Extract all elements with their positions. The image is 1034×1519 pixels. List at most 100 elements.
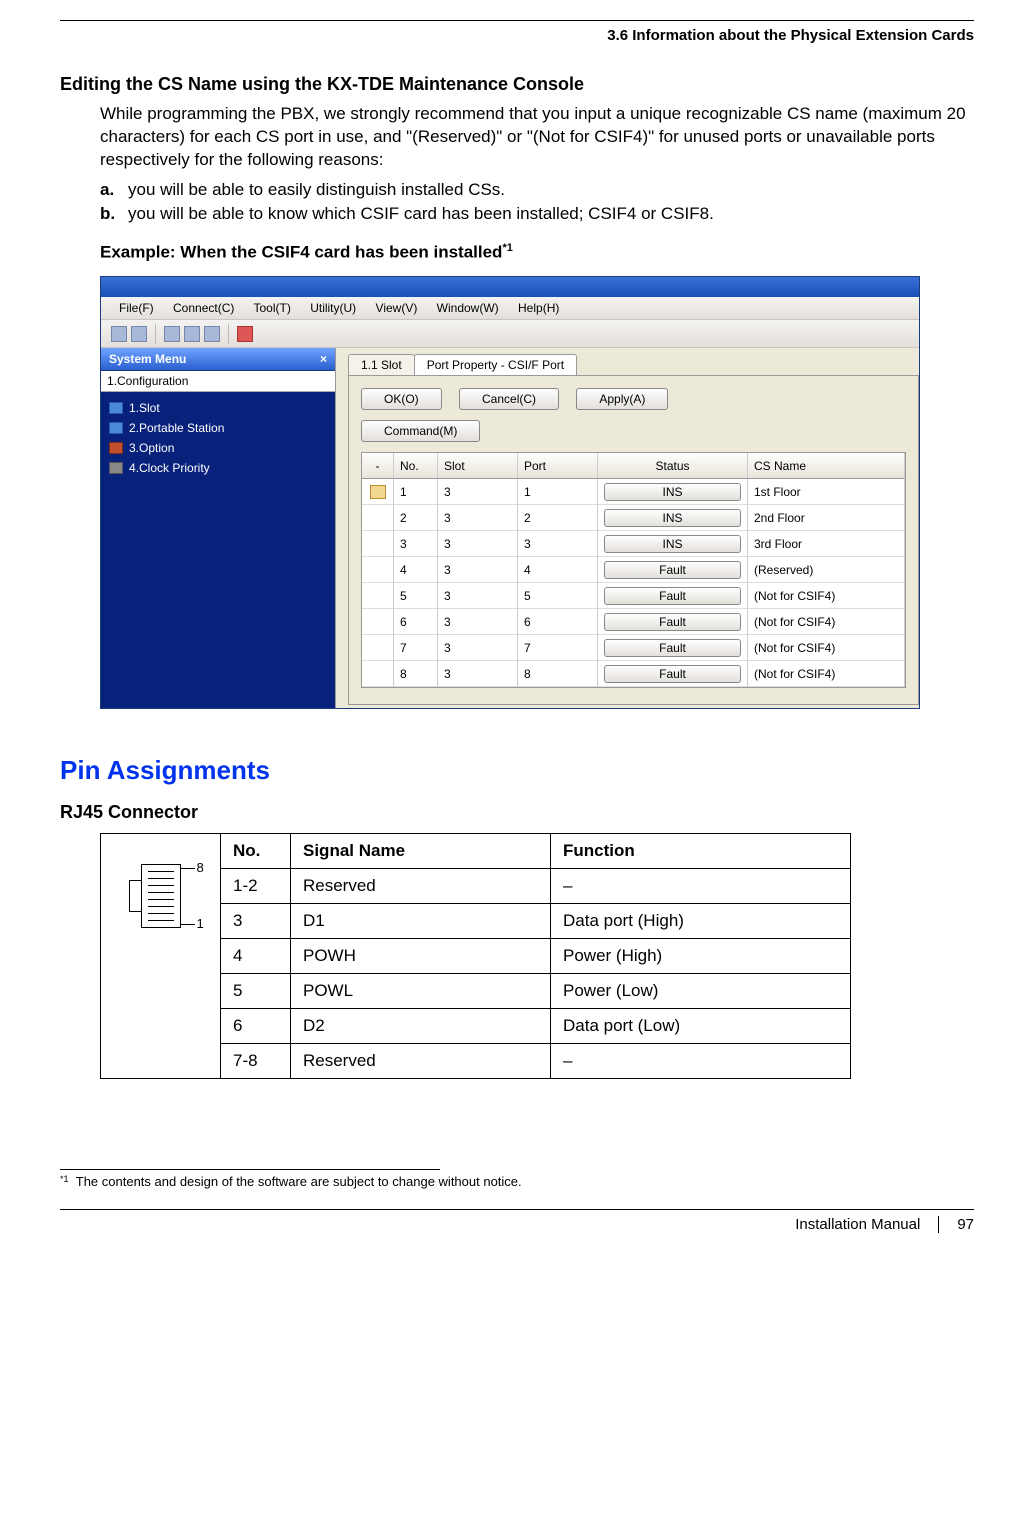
- row-flag[interactable]: [362, 583, 394, 609]
- cell-no: 2: [394, 505, 438, 531]
- row-flag[interactable]: [362, 609, 394, 635]
- toolbar-icon[interactable]: [237, 326, 253, 342]
- pin-signal: D2: [291, 1009, 551, 1044]
- ok-button[interactable]: OK(O): [361, 388, 442, 410]
- tree-item-portable-station[interactable]: 2.Portable Station: [105, 418, 331, 438]
- status-button[interactable]: Fault: [604, 639, 741, 657]
- row-flag[interactable]: [362, 479, 394, 505]
- tree-item-clock-priority[interactable]: 4.Clock Priority: [105, 458, 331, 478]
- pin-no: 3: [221, 904, 291, 939]
- pin-col-sig: Signal Name: [291, 834, 551, 869]
- toolbar-icon[interactable]: [131, 326, 147, 342]
- toolbar-icon[interactable]: [164, 326, 180, 342]
- cell-csname[interactable]: (Not for CSIF4): [748, 635, 905, 661]
- row-flag[interactable]: [362, 661, 394, 687]
- menu-file[interactable]: File(F): [119, 301, 154, 315]
- table-row[interactable]: 131INS1st Floor: [362, 479, 905, 505]
- pin-no: 6: [221, 1009, 291, 1044]
- row-flag[interactable]: [362, 557, 394, 583]
- editing-paragraph: While programming the PBX, we strongly r…: [100, 103, 974, 172]
- cell-status[interactable]: Fault: [598, 609, 748, 635]
- row-marker-icon: [370, 485, 386, 499]
- cell-status[interactable]: Fault: [598, 583, 748, 609]
- cell-status[interactable]: Fault: [598, 557, 748, 583]
- pin-row: 4POWHPower (High): [221, 939, 851, 974]
- cell-slot: 3: [438, 505, 518, 531]
- example-title: Example: When the CSIF4 card has been in…: [100, 242, 974, 263]
- cell-csname[interactable]: (Not for CSIF4): [748, 609, 905, 635]
- row-flag[interactable]: [362, 635, 394, 661]
- command-button[interactable]: Command(M): [361, 420, 480, 442]
- status-button[interactable]: Fault: [604, 587, 741, 605]
- menu-view[interactable]: View(V): [376, 301, 418, 315]
- close-icon[interactable]: ×: [320, 352, 327, 366]
- menu-connect[interactable]: Connect(C): [173, 301, 234, 315]
- pin-function: –: [551, 869, 851, 904]
- toolbar-icon[interactable]: [184, 326, 200, 342]
- cell-csname[interactable]: (Not for CSIF4): [748, 583, 905, 609]
- col-no[interactable]: No.: [394, 453, 438, 479]
- cell-csname[interactable]: 1st Floor: [748, 479, 905, 505]
- toolbar-icon[interactable]: [204, 326, 220, 342]
- cell-csname[interactable]: 2nd Floor: [748, 505, 905, 531]
- cell-csname[interactable]: (Reserved): [748, 557, 905, 583]
- cell-status[interactable]: INS: [598, 479, 748, 505]
- col-slot[interactable]: Slot: [438, 453, 518, 479]
- tree-item-option[interactable]: 3.Option: [105, 438, 331, 458]
- menu-window[interactable]: Window(W): [437, 301, 499, 315]
- list-item: you will be able to know which CSIF card…: [128, 204, 714, 223]
- menu-utility[interactable]: Utility(U): [310, 301, 356, 315]
- cell-slot: 3: [438, 609, 518, 635]
- row-flag[interactable]: [362, 505, 394, 531]
- table-row[interactable]: 636Fault(Not for CSIF4): [362, 609, 905, 635]
- col-flag[interactable]: -: [362, 453, 394, 479]
- pin-no: 4: [221, 939, 291, 974]
- apply-button[interactable]: Apply(A): [576, 388, 668, 410]
- col-status[interactable]: Status: [598, 453, 748, 479]
- sidebar-root[interactable]: 1.Configuration: [101, 371, 335, 392]
- cell-csname[interactable]: (Not for CSIF4): [748, 661, 905, 687]
- cell-slot: 3: [438, 583, 518, 609]
- pin-row: 3D1Data port (High): [221, 904, 851, 939]
- tree-item-slot[interactable]: 1.Slot: [105, 398, 331, 418]
- table-row[interactable]: 232INS2nd Floor: [362, 505, 905, 531]
- table-row[interactable]: 535Fault(Not for CSIF4): [362, 583, 905, 609]
- table-row[interactable]: 434Fault(Reserved): [362, 557, 905, 583]
- toolbar-icon[interactable]: [111, 326, 127, 342]
- cell-slot: 3: [438, 479, 518, 505]
- table-row[interactable]: 333INS3rd Floor: [362, 531, 905, 557]
- cell-status[interactable]: Fault: [598, 635, 748, 661]
- col-csname[interactable]: CS Name: [748, 453, 905, 479]
- sidebar-title: System Menu ×: [101, 348, 335, 371]
- cell-no: 4: [394, 557, 438, 583]
- menu-help[interactable]: Help(H): [518, 301, 559, 315]
- status-button[interactable]: Fault: [604, 613, 741, 631]
- console-titlebar: [101, 277, 919, 297]
- table-row[interactable]: 737Fault(Not for CSIF4): [362, 635, 905, 661]
- status-button[interactable]: INS: [604, 535, 741, 553]
- status-button[interactable]: INS: [604, 483, 741, 501]
- status-button[interactable]: Fault: [604, 665, 741, 683]
- cancel-button[interactable]: Cancel(C): [459, 388, 559, 410]
- table-row[interactable]: 838Fault(Not for CSIF4): [362, 661, 905, 687]
- cell-csname[interactable]: 3rd Floor: [748, 531, 905, 557]
- menu-tool[interactable]: Tool(T): [254, 301, 291, 315]
- page-footer: Installation Manual97: [60, 1210, 974, 1233]
- rj45-diagram: 8 1: [100, 833, 220, 1079]
- row-flag[interactable]: [362, 531, 394, 557]
- status-button[interactable]: INS: [604, 509, 741, 527]
- tab-port-property[interactable]: Port Property - CSI/F Port: [414, 354, 577, 375]
- rj45-heading: RJ45 Connector: [60, 802, 974, 823]
- status-button[interactable]: Fault: [604, 561, 741, 579]
- pin-signal: POWL: [291, 974, 551, 1009]
- pin-signal: Reserved: [291, 869, 551, 904]
- cell-status[interactable]: Fault: [598, 661, 748, 687]
- cell-status[interactable]: INS: [598, 531, 748, 557]
- tab-slot[interactable]: 1.1 Slot: [348, 354, 415, 375]
- list-item: you will be able to easily distinguish i…: [128, 180, 505, 199]
- tree-icon: [109, 402, 123, 414]
- cell-status[interactable]: INS: [598, 505, 748, 531]
- cell-slot: 3: [438, 557, 518, 583]
- footnote: *1 The contents and design of the softwa…: [60, 1174, 974, 1189]
- col-port[interactable]: Port: [518, 453, 598, 479]
